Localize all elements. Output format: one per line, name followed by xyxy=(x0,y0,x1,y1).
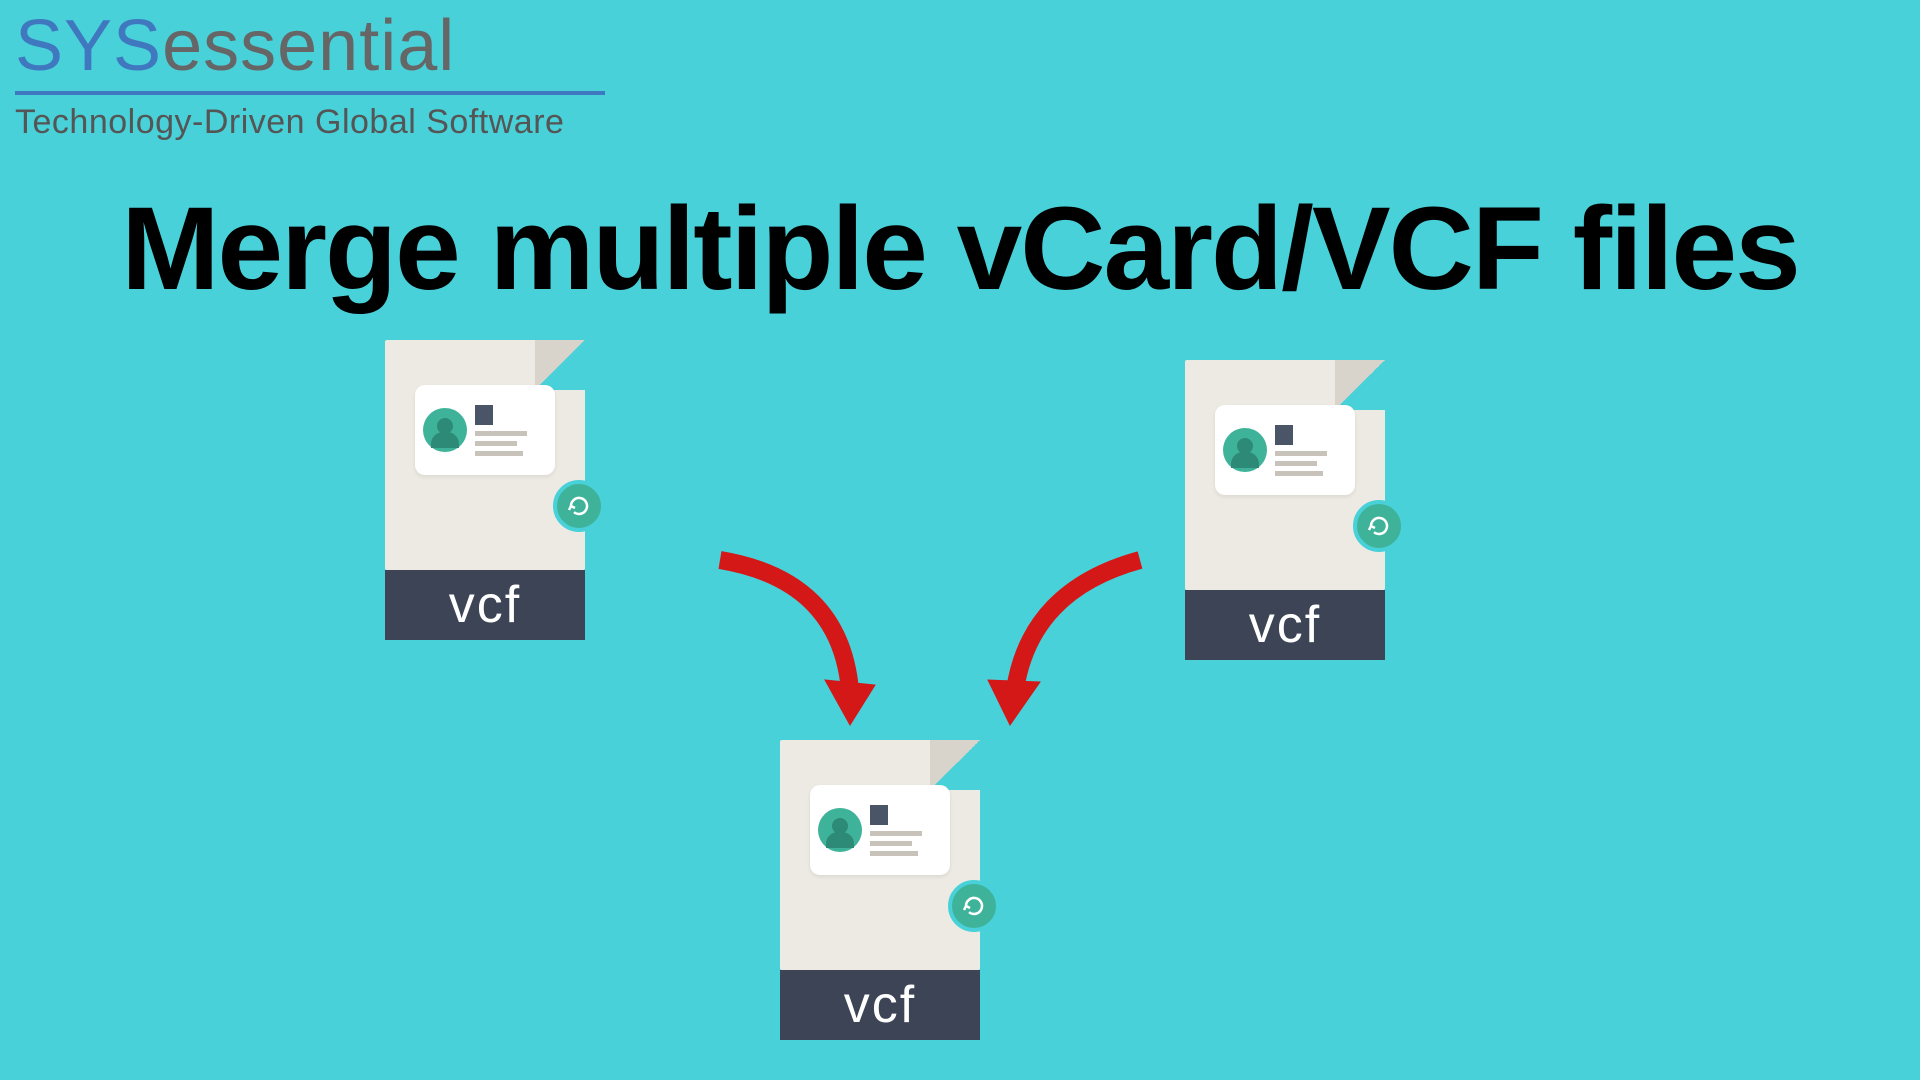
sync-badge-icon xyxy=(948,880,1000,932)
avatar-icon xyxy=(818,808,862,852)
avatar-icon xyxy=(1223,428,1267,472)
brand-logo: SYSessential Technology-Driven Global So… xyxy=(15,5,605,142)
contact-card xyxy=(415,385,555,475)
vcf-source-file-left: vcf xyxy=(385,340,585,640)
logo-divider xyxy=(15,91,605,95)
avatar-icon xyxy=(423,408,467,452)
file-page xyxy=(780,740,980,970)
contact-card xyxy=(1215,405,1355,495)
page-fold xyxy=(535,340,585,390)
file-extension-label: vcf xyxy=(385,570,585,640)
contact-card xyxy=(810,785,950,875)
contact-lines xyxy=(475,405,547,456)
merge-arrow-left xyxy=(700,540,900,730)
logo-part-essential: essential xyxy=(162,6,455,86)
logo-part-sys: SYS xyxy=(15,6,162,86)
vcf-merged-file: vcf xyxy=(780,740,980,1040)
file-extension-label: vcf xyxy=(780,970,980,1040)
vcf-source-file-right: vcf xyxy=(1185,360,1385,660)
logo-tagline: Technology-Driven Global Software xyxy=(15,103,605,142)
sync-badge-icon xyxy=(1353,500,1405,552)
contact-lines xyxy=(870,805,942,856)
merge-arrow-right xyxy=(970,540,1160,730)
contact-lines xyxy=(1275,425,1347,476)
file-page xyxy=(385,340,585,570)
page-fold xyxy=(930,740,980,790)
sync-badge-icon xyxy=(553,480,605,532)
file-page xyxy=(1185,360,1385,590)
logo-wordmark: SYSessential xyxy=(15,5,605,87)
page-title: Merge multiple vCard/VCF files xyxy=(0,190,1920,308)
page-fold xyxy=(1335,360,1385,410)
file-extension-label: vcf xyxy=(1185,590,1385,660)
